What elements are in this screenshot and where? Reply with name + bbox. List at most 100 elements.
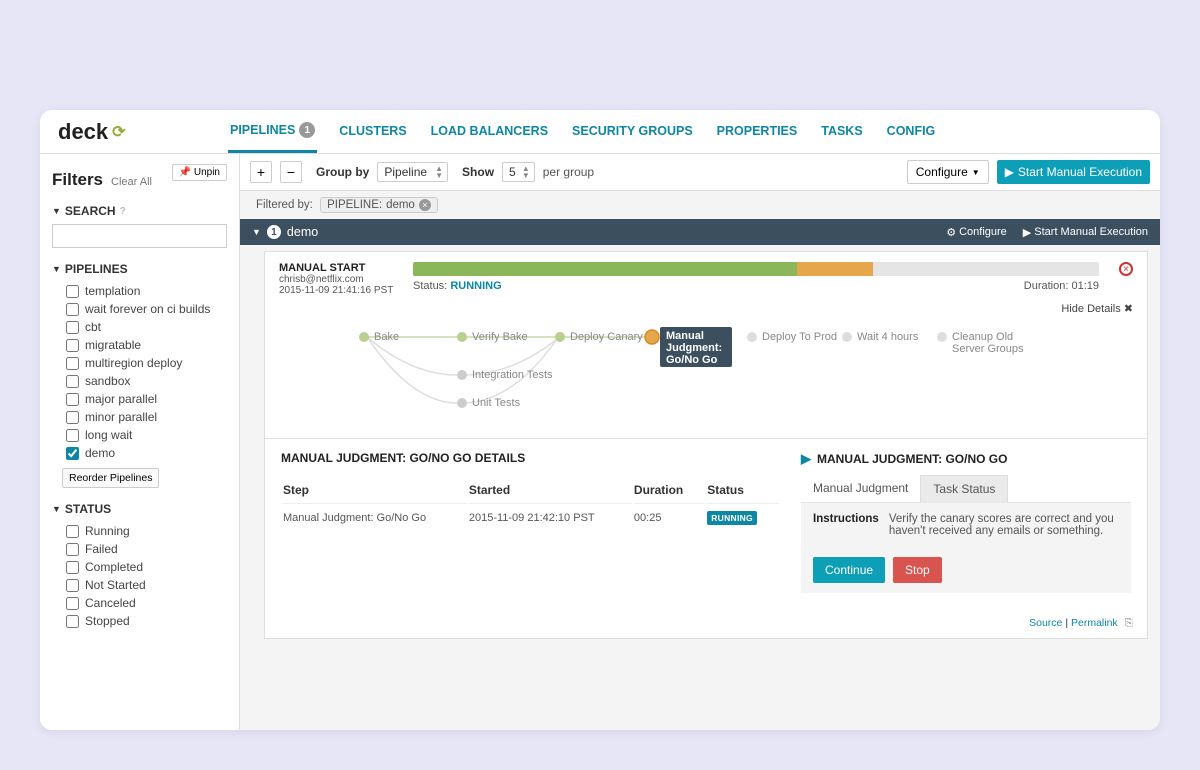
pipeline-filter-item[interactable]: major parallel [52, 390, 227, 408]
select-arrows-icon: ▲▼ [522, 165, 530, 179]
svg-text:Bake: Bake [374, 331, 399, 343]
pipeline-filter-item[interactable]: wait forever on ci builds [52, 300, 227, 318]
pipeline-filter-item[interactable]: migratable [52, 336, 227, 354]
continue-button[interactable]: Continue [813, 557, 885, 583]
stages-graph: Bake Verify Bake Deploy Canary Integrati… [265, 317, 1147, 438]
pipeline-filter-item[interactable]: demo [52, 444, 227, 462]
pipeline-filter-item[interactable]: cbt [52, 318, 227, 336]
stop-button[interactable]: Stop [893, 557, 942, 583]
permalink-link[interactable]: Permalink [1071, 617, 1118, 629]
pipeline-count-badge: 1 [267, 225, 281, 239]
nav-security-groups[interactable]: SECURITY GROUPS [570, 112, 695, 153]
remove-filter-icon[interactable]: × [419, 199, 431, 211]
status-filter-list: Running FailedCompletedNot Started Cancele… [52, 522, 227, 630]
checkbox[interactable] [66, 375, 79, 388]
clear-all-link[interactable]: Clear All [111, 176, 152, 188]
configure-button[interactable]: Configure ▼ [907, 160, 989, 184]
nav-clusters[interactable]: CLUSTERS [337, 112, 408, 153]
tab-manual-judgment[interactable]: Manual Judgment [801, 475, 920, 502]
pipelines-section-title[interactable]: ▼ PIPELINES [52, 262, 227, 276]
pipeline-filter-item[interactable]: multiregion deploy [52, 354, 227, 372]
checkbox[interactable] [66, 339, 79, 352]
topbar: deck ⟳ PIPELINES 1 CLUSTERS LOAD BALANCE… [40, 110, 1160, 154]
group-by-select[interactable]: Pipeline ▲▼ [377, 162, 448, 182]
pipeline-configure-link[interactable]: ⚙ Configure [946, 226, 1007, 239]
checkbox[interactable] [66, 393, 79, 406]
cell-duration: 00:25 [634, 506, 705, 530]
search-input[interactable] [52, 224, 227, 248]
checkbox[interactable] [66, 357, 79, 370]
checkbox[interactable] [66, 447, 79, 460]
pipeline-filter-item[interactable]: sandbox [52, 372, 227, 390]
checkbox-label: minor parallel [85, 410, 157, 424]
checkbox[interactable] [66, 303, 79, 316]
help-icon[interactable]: ? [120, 206, 126, 217]
chevron-down-icon: ▼ [52, 504, 61, 514]
start-link-label: Start Manual Execution [1034, 226, 1148, 238]
svg-text:Manual: Manual [666, 330, 704, 342]
checkbox-label: Running [85, 524, 130, 538]
status-label: STATUS [65, 502, 111, 516]
remove-button[interactable]: − [280, 161, 302, 183]
checkbox[interactable] [66, 543, 79, 556]
status-filter-item[interactable]: Stopped [52, 612, 227, 630]
search-section-title[interactable]: ▼ SEARCH ? [52, 204, 227, 218]
configure-label: Configure [916, 165, 968, 179]
details-left-title: MANUAL JUDGMENT: GO/NO GO DETAILS [281, 451, 781, 465]
checkbox[interactable] [66, 615, 79, 628]
source-link[interactable]: Source [1029, 617, 1062, 629]
nav-properties[interactable]: PROPERTIES [715, 112, 800, 153]
chevron-down-icon[interactable]: ▼ [252, 227, 261, 237]
hide-details-link[interactable]: Hide Details ✖ [265, 300, 1147, 317]
show-value: 5 [509, 165, 516, 179]
checkbox[interactable] [66, 579, 79, 592]
pipeline-filter-item[interactable]: templation [52, 282, 227, 300]
status-filter-item[interactable]: Running [52, 522, 227, 540]
show-count-select[interactable]: 5 ▲▼ [502, 162, 535, 182]
add-button[interactable]: + [250, 161, 272, 183]
nav-pipelines[interactable]: PIPELINES 1 [228, 110, 317, 153]
cell-status: RUNNING [707, 506, 779, 530]
judgment-actions: Continue Stop [801, 547, 1131, 593]
execution-timestamp: 2015-11-09 21:41:16 PST [279, 285, 399, 296]
cancel-execution-icon[interactable]: × [1119, 262, 1133, 276]
checkbox[interactable] [66, 597, 79, 610]
pipeline-start-link[interactable]: ▶ Start Manual Execution [1023, 226, 1148, 239]
checkbox[interactable] [66, 411, 79, 424]
col-duration: Duration [634, 477, 705, 504]
checkbox[interactable] [66, 321, 79, 334]
pipeline-filter-item[interactable]: minor parallel [52, 408, 227, 426]
gear-icon: ⚙ [946, 226, 956, 239]
filters-title-text: Filters [52, 170, 103, 190]
checkbox[interactable] [66, 285, 79, 298]
checkbox-label: Canceled [85, 596, 136, 610]
status-filter-item[interactable]: Failed [52, 540, 227, 558]
svg-text:Integration Tests: Integration Tests [472, 369, 553, 381]
checkbox[interactable] [66, 561, 79, 574]
reorder-pipelines-button[interactable]: Reorder Pipelines [62, 468, 159, 488]
nav-config[interactable]: CONFIG [885, 112, 938, 153]
nav-load-balancers[interactable]: LOAD BALANCERS [429, 112, 550, 153]
status-badge: RUNNING [707, 511, 757, 525]
nav-tasks[interactable]: TASKS [819, 112, 864, 153]
status-section-title[interactable]: ▼ STATUS [52, 502, 227, 516]
copy-icon[interactable]: ⎘ [1125, 617, 1133, 629]
checkbox[interactable] [66, 429, 79, 442]
pipeline-filter-item[interactable]: long wait [52, 426, 227, 444]
status-filter-item[interactable]: Completed [52, 558, 227, 576]
unpin-button[interactable]: 📌 Unpin [172, 164, 227, 181]
progress-bar [413, 262, 1099, 276]
start-manual-execution-button[interactable]: ▶ Start Manual Execution [997, 160, 1150, 184]
execution-card: MANUAL START chrisb@netflix.com 2015-11-… [264, 251, 1148, 639]
logo-text: deck [58, 119, 108, 145]
show-label: Show [462, 165, 494, 179]
chevron-down-icon: ▼ [972, 168, 980, 177]
status-filter-item[interactable]: Not Started [52, 576, 227, 594]
refresh-icon[interactable]: ⟳ [112, 122, 125, 142]
svg-text:Wait 4 hours: Wait 4 hours [857, 331, 919, 343]
status-filter-item[interactable]: Canceled [52, 594, 227, 612]
checkbox[interactable] [66, 525, 79, 538]
tab-task-status[interactable]: Task Status [920, 475, 1008, 503]
cell-step: Manual Judgment: Go/No Go [283, 506, 467, 530]
hide-details-label: Hide Details [1061, 303, 1120, 315]
